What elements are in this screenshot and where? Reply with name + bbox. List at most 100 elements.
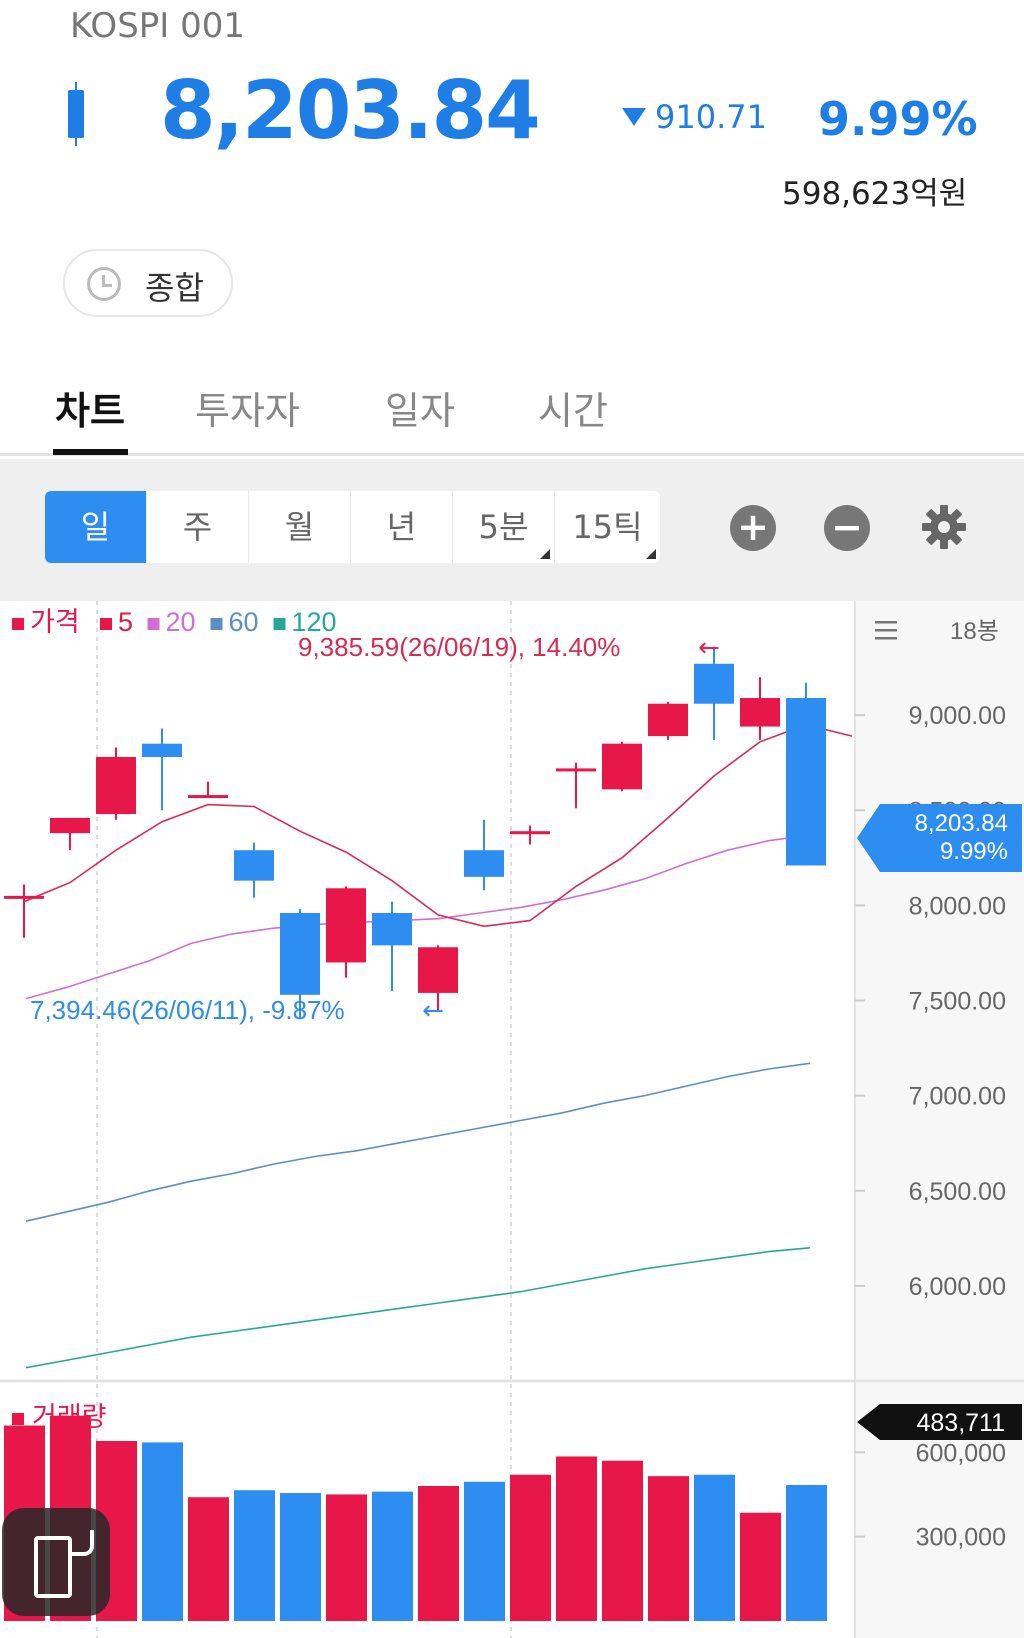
legend-label: 20 [166,607,196,637]
volume-bar [694,1474,735,1621]
candlesticks [4,648,826,1018]
quote-header: KOSPI 001 8,203.84 910.71 9.99% 598,623억… [0,0,1024,350]
volume-bar [510,1474,551,1621]
legend-swatch [12,1413,24,1425]
candle-body [464,850,504,877]
volume-bar [418,1486,459,1621]
y-tick-label: 8,000.00 [909,892,1006,920]
period-15tick-label: 15틱 [572,508,643,546]
volume-bar [188,1497,229,1621]
chart-toolbar: 일 주 월 년 5분 15틱 + − [0,459,1024,601]
candle-body [96,757,136,815]
active-tab-indicator [53,449,128,455]
price-legend: 가격 5 20 60 120 [12,607,337,637]
price-change: 910.71 [655,98,767,136]
volume-bar [326,1494,367,1621]
price-change-percent: 9.99% [818,92,978,146]
ma60-line [25,1062,811,1222]
volume-bar [740,1512,781,1621]
volume-bar [142,1442,183,1621]
y-tick-label: 6,500.00 [909,1178,1006,1206]
moving-average-lines [23,723,853,1369]
legend-swatch [273,618,286,630]
legend-label: 가격 [30,607,80,637]
bar-count-label: 18봉 [950,618,999,645]
legend-swatch [12,618,24,630]
high-annotation: 9,385.59(26/06/19), 14.40% [298,632,620,662]
y-tick-label: 9,000.00 [909,702,1006,730]
period-5min-label: 5분 [478,508,529,546]
candle-body [694,663,734,704]
legend-swatch [100,618,112,630]
period-year[interactable]: 년 [351,491,453,563]
screen-rotate-icon[interactable] [2,1508,110,1616]
candle-body [556,768,596,772]
volume-bar [648,1476,689,1621]
y-tick-label: 7,500.00 [909,988,1006,1016]
tab-daily[interactable]: 일자 [385,380,455,435]
volume-bars [4,1415,827,1621]
current-price-tag-value: 8,203.84 [915,810,1008,837]
volume-bar [372,1491,413,1621]
candle-body [418,947,458,993]
chart-area[interactable]: 가격52060120 18봉 9,000.008,500.008,000.007… [0,601,1024,1638]
current-price: 8,203.84 [160,64,541,157]
candle-body [234,850,274,881]
candle-body [280,913,320,995]
candle-body [648,703,688,737]
dropdown-corner-icon [646,549,656,559]
zoom-in-icon[interactable]: + [730,505,776,551]
clock-icon [87,267,121,301]
candle-body [786,698,826,866]
period-week[interactable]: 주 [147,491,249,563]
y-tick-label: 7,000.00 [909,1083,1006,1111]
tab-investor[interactable]: 투자자 [195,380,300,435]
zoom-out-icon[interactable]: − [824,505,870,551]
volume-bar [234,1490,275,1621]
tab-time[interactable]: 시간 [538,380,608,435]
candle-body [510,831,550,835]
price-axis-panel [855,601,1024,1638]
left-arrow-icon: ← [422,996,444,1026]
volume-bar [464,1481,505,1621]
y-tick-label: 600,000 [916,1439,1006,1467]
volume-bar [280,1493,321,1621]
candle-body [326,888,366,963]
tab-bar: 차트 투자자 일자 시간 [0,360,1024,456]
current-price-tag-percent: 9.99% [940,838,1008,865]
ticker-label: KOSPI 001 [70,6,246,46]
legend-label: 5 [118,607,133,637]
low-annotation: 7,394.46(26/06/11), -9.87% [30,995,345,1025]
dropdown-corner-icon [540,549,550,559]
candle-body [188,795,228,799]
ma120-line [25,1247,811,1369]
down-arrow-icon [622,108,646,126]
period-day[interactable]: 일 [45,491,147,563]
legend-swatch [210,618,223,630]
legend-swatch [147,618,160,630]
volume-bar [786,1484,827,1621]
period-15tick[interactable]: 15틱 [555,491,660,563]
session-label: 종합 [145,269,204,307]
y-tick-label: 6,000.00 [909,1273,1006,1301]
gear-icon[interactable] [921,504,967,550]
current-volume-value: 483,711 [916,1409,1005,1437]
tab-chart[interactable]: 차트 [55,380,125,435]
period-month[interactable]: 월 [249,491,351,563]
volume-bar [556,1456,597,1621]
candle-icon [68,82,84,146]
candle-body [142,743,182,757]
period-5min[interactable]: 5분 [453,491,555,563]
legend-label: 60 [229,607,259,637]
volume-bar [602,1460,643,1621]
period-selector: 일 주 월 년 5분 15틱 [45,491,660,563]
candle-body [372,913,412,946]
y-tick-label: 300,000 [916,1524,1006,1552]
candle-body [50,817,90,834]
session-selector[interactable]: 종합 [63,249,233,317]
left-arrow-icon: ← [698,633,720,663]
candle-body [4,895,44,899]
price-chart[interactable]: 가격52060120 18봉 9,000.008,500.008,000.007… [0,601,1024,1638]
trade-amount: 598,623억원 [782,176,968,212]
candle-body [740,698,780,727]
